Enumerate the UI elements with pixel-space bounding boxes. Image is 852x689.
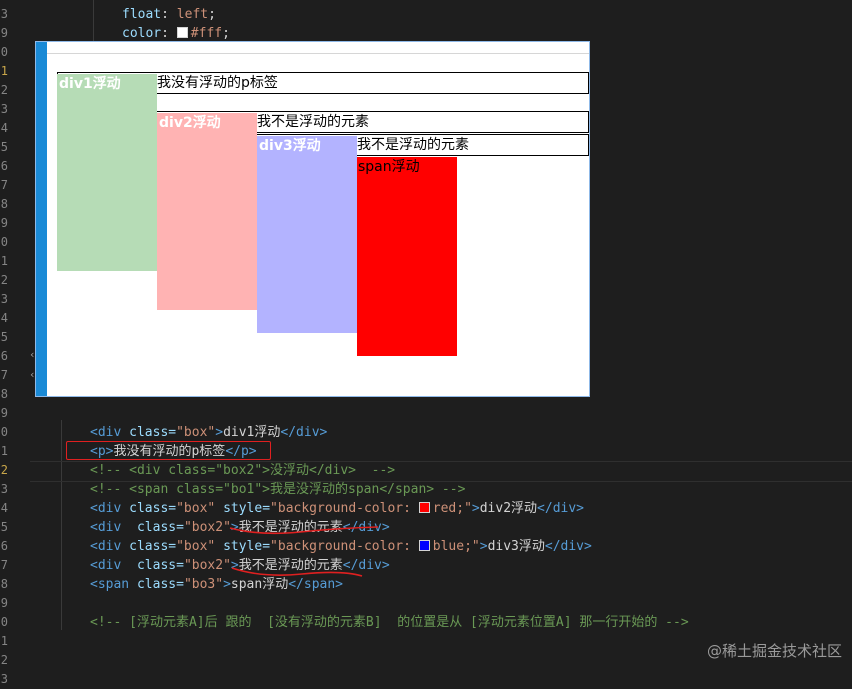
annotation-underlines bbox=[229, 526, 379, 577]
watermark: @稀土掘金技术社区 bbox=[706, 642, 842, 660]
line-number: 3 bbox=[0, 672, 8, 686]
